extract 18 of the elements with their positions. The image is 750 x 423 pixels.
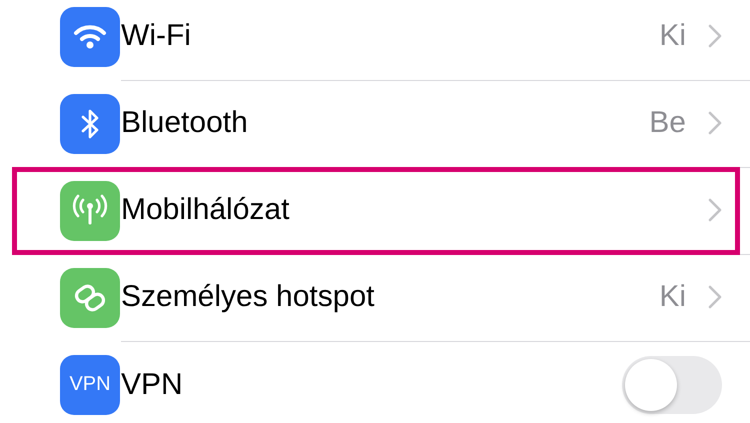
setting-label: Wi-Fi: [121, 19, 191, 53]
setting-value: Ki: [659, 19, 686, 53]
hotspot-icon: [60, 268, 120, 328]
setting-value: Ki: [659, 280, 686, 314]
bluetooth-icon: [60, 94, 120, 154]
chevron-icon[interactable]: [708, 111, 722, 135]
vpn-badge-icon: VPN: [60, 354, 120, 414]
setting-label: VPN: [121, 368, 183, 402]
toggle-switch[interactable]: [622, 356, 722, 414]
setting-value: Be: [649, 106, 686, 140]
setting-label: Bluetooth: [121, 106, 248, 140]
chevron-icon[interactable]: [708, 285, 722, 309]
setting-label: Mobilhálózat: [121, 193, 290, 227]
chevron-icon[interactable]: [708, 24, 722, 48]
wifi-icon: [60, 6, 120, 66]
chevron-icon[interactable]: [708, 198, 722, 222]
cellular-icon: [60, 180, 120, 240]
setting-label: Személyes hotspot: [121, 280, 374, 314]
